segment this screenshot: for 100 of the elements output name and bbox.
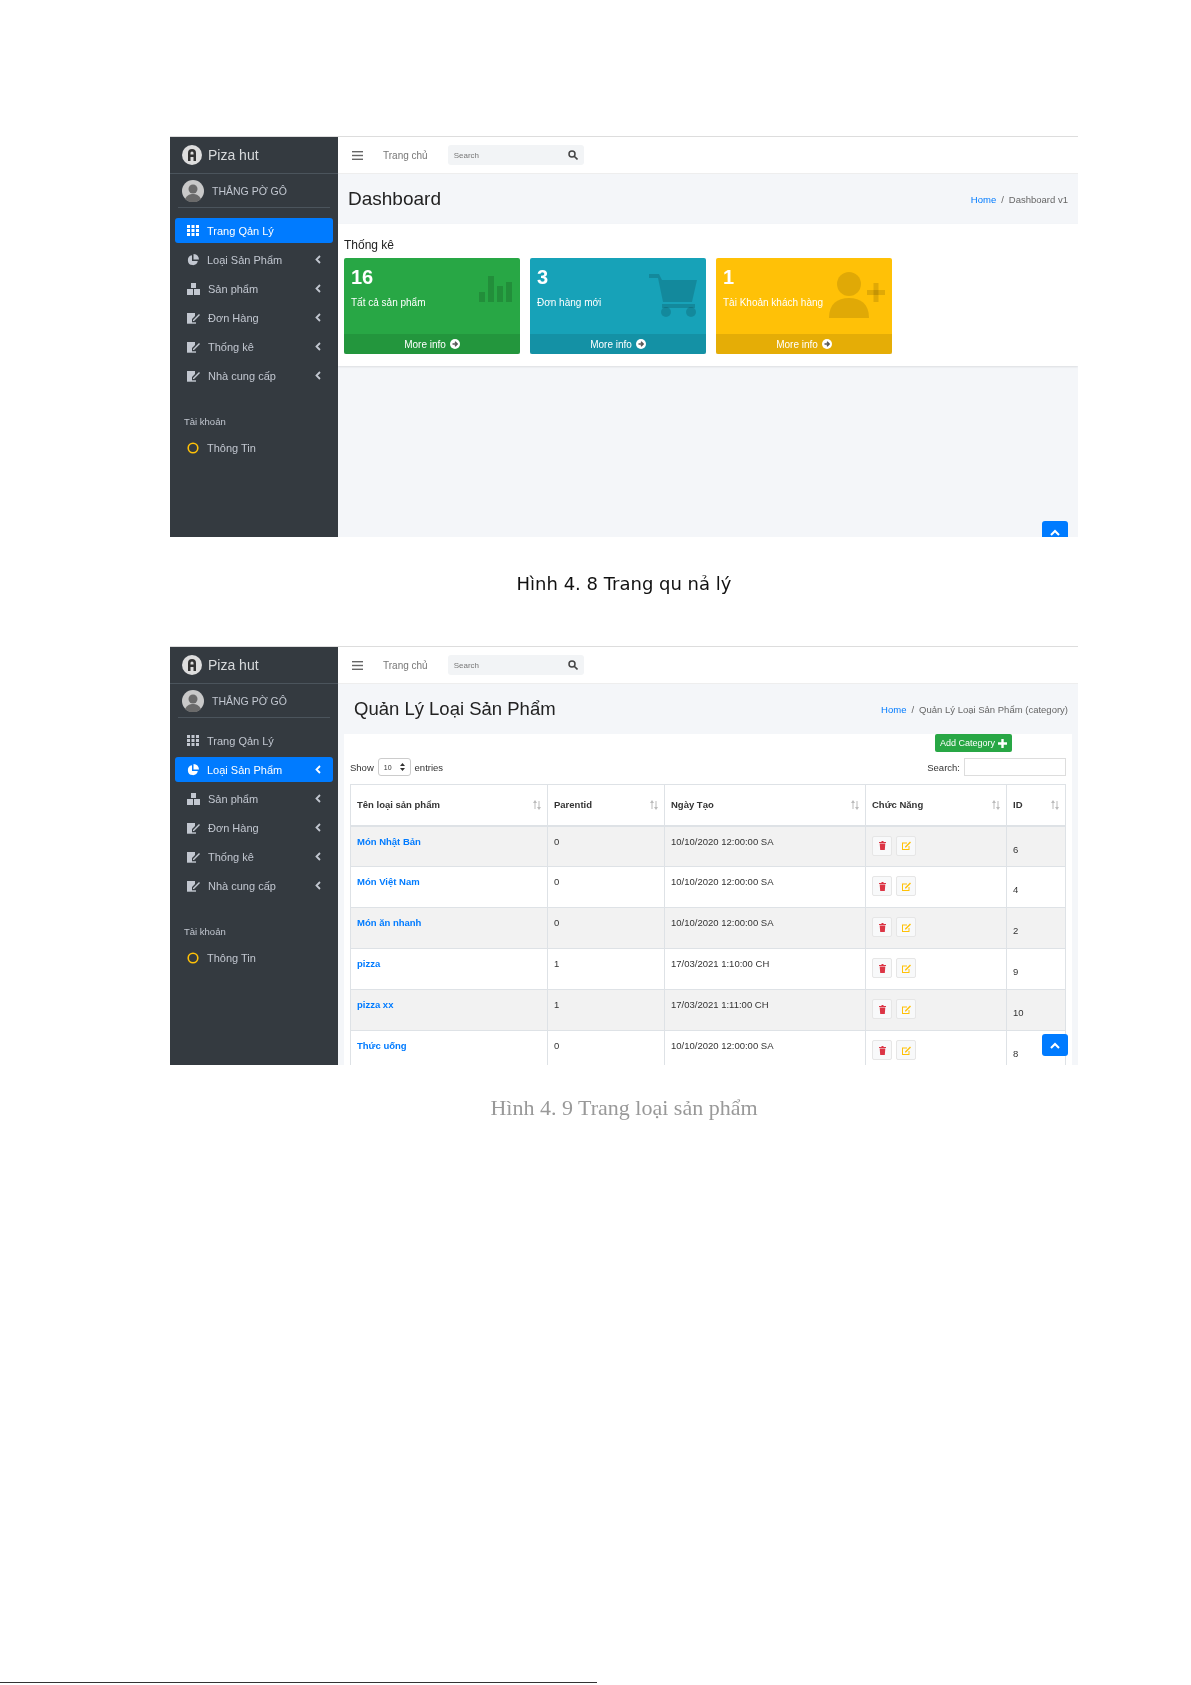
trash-icon [878, 841, 886, 850]
brand-name[interactable]: Piza hut [208, 657, 259, 673]
nav-item[interactable]: Thống kê [175, 334, 333, 359]
updown-icon [399, 763, 405, 771]
nav-item[interactable]: Trang Qản Lý [175, 728, 333, 753]
column-header[interactable]: Ngày Tạo [664, 784, 866, 826]
delete-button[interactable] [872, 876, 892, 896]
cart-icon [649, 272, 699, 318]
category-link[interactable]: Thức uống [357, 1040, 407, 1051]
column-header[interactable]: Tên loại sản phẩm [350, 784, 548, 826]
avatar [182, 179, 204, 202]
scroll-top-button[interactable] [1042, 1034, 1068, 1056]
edit-document-icon [187, 311, 200, 324]
chevron-left-icon [315, 794, 321, 803]
nav-item[interactable]: Đơn Hàng [175, 305, 333, 330]
scroll-top-button[interactable] [1042, 521, 1068, 537]
category-link[interactable]: pizza xx [357, 999, 394, 1010]
boxes-icon [187, 792, 200, 805]
table-cell: 1 [547, 948, 665, 990]
nav-item[interactable]: Trang Qản Lý [175, 218, 333, 243]
search-icon [567, 660, 578, 670]
nav-link[interactable]: Trang chủ [383, 149, 428, 161]
nav-item[interactable]: Nhà cung cấp [175, 363, 333, 388]
nav-item[interactable]: Sản phẩm [175, 786, 333, 811]
user-name[interactable]: THẮNG PỜ GÔ [212, 694, 287, 707]
circle-icon [187, 951, 199, 964]
nav-link[interactable]: Trang chủ [383, 659, 428, 671]
delete-button[interactable] [872, 958, 892, 978]
chevron-left-icon [315, 284, 321, 293]
nav-item[interactable]: Thông Tin [175, 945, 333, 970]
stat-value: 1 [723, 266, 736, 289]
nav-item[interactable]: Đơn Hàng [175, 815, 333, 840]
table-cell: 17/03/2021 1:10:00 CH [664, 948, 866, 990]
section-label: Tài khoản [183, 415, 227, 429]
chevron-left-icon [315, 881, 321, 890]
circle-icon [187, 441, 199, 454]
chevron-left-icon [315, 313, 321, 322]
trash-icon [878, 1045, 886, 1055]
category-link[interactable]: Món ăn nhanh [357, 917, 422, 928]
table-search-field[interactable] [964, 758, 1066, 776]
sort-icon [851, 799, 859, 810]
brand-name[interactable]: Piza hut [208, 147, 259, 163]
edit-document-icon [187, 340, 200, 353]
menu-icon [352, 660, 363, 670]
column-header[interactable]: ID [1006, 784, 1066, 826]
trash-icon [878, 881, 886, 891]
nav-item[interactable]: Thống kê [175, 844, 333, 869]
stat-label: Đơn hàng mới [537, 297, 602, 308]
chevron-up-icon [1050, 1041, 1060, 1049]
delete-button[interactable] [872, 999, 892, 1019]
table-cell: 0 [547, 825, 665, 867]
chevron-left-icon [315, 852, 321, 861]
search-field[interactable]: Search [447, 655, 584, 675]
edit-document-icon [187, 369, 200, 382]
breadcrumb-separator: / [1001, 193, 1004, 205]
page-title: Quản Lý Loại Sản Phẩm [353, 698, 556, 720]
show-label: Show [350, 761, 374, 773]
table-cell: 1 [547, 989, 665, 1031]
table-cell: 2 [1013, 925, 1019, 936]
chevron-left-icon [315, 823, 321, 832]
boxes-icon [187, 282, 200, 295]
column-header[interactable]: Chức Năng [865, 784, 1007, 826]
breadcrumb-separator: / [911, 703, 915, 715]
more-info-link[interactable]: More info [344, 334, 520, 354]
menu-icon [352, 150, 363, 160]
figure-caption: Hình 4. 9 Trang loại sản phẩm [489, 1095, 759, 1121]
more-info-link[interactable]: More info [530, 334, 706, 354]
nav-item[interactable]: Loại Sản Phẩm [175, 247, 333, 272]
chevron-left-icon [315, 765, 321, 774]
avatar [182, 689, 204, 712]
user-name[interactable]: THẮNG PỜ GÔ [212, 184, 287, 197]
breadcrumb-link[interactable]: Home [970, 193, 997, 205]
category-link[interactable]: pizza [357, 958, 381, 969]
logo-icon [182, 655, 202, 675]
sort-icon [992, 799, 1000, 810]
search-icon [567, 150, 578, 160]
chevron-up-icon [1050, 528, 1060, 536]
delete-button[interactable] [872, 1040, 892, 1060]
edit-icon [901, 922, 911, 932]
delete-button[interactable] [872, 835, 892, 856]
trash-icon [878, 1004, 886, 1014]
nav-item[interactable]: Sản phẩm [175, 276, 333, 301]
edit-document-icon [187, 879, 200, 892]
nav-item[interactable]: Thông Tin [175, 435, 333, 460]
pie-chart-icon [187, 763, 199, 776]
edit-document-icon [187, 821, 200, 834]
column-header[interactable]: Parentid [547, 784, 665, 826]
stat-value: 16 [351, 266, 375, 289]
delete-button[interactable] [872, 917, 892, 937]
breadcrumb-link[interactable]: Home [881, 703, 907, 715]
breadcrumb-current: Dashboard v1 [1008, 193, 1068, 205]
grid-icon [187, 735, 199, 746]
entries-label: entries [414, 761, 444, 773]
category-link[interactable]: Món Việt Nam [357, 876, 420, 887]
search-field[interactable]: Search [447, 145, 584, 165]
nav-item[interactable]: Loại Sản Phẩm [175, 757, 333, 782]
category-link[interactable]: Món Nhật Bản [357, 835, 421, 847]
table-cell: 0 [547, 907, 665, 949]
nav-item[interactable]: Nhà cung cấp [175, 873, 333, 898]
section-label: Tài khoản [183, 925, 227, 939]
